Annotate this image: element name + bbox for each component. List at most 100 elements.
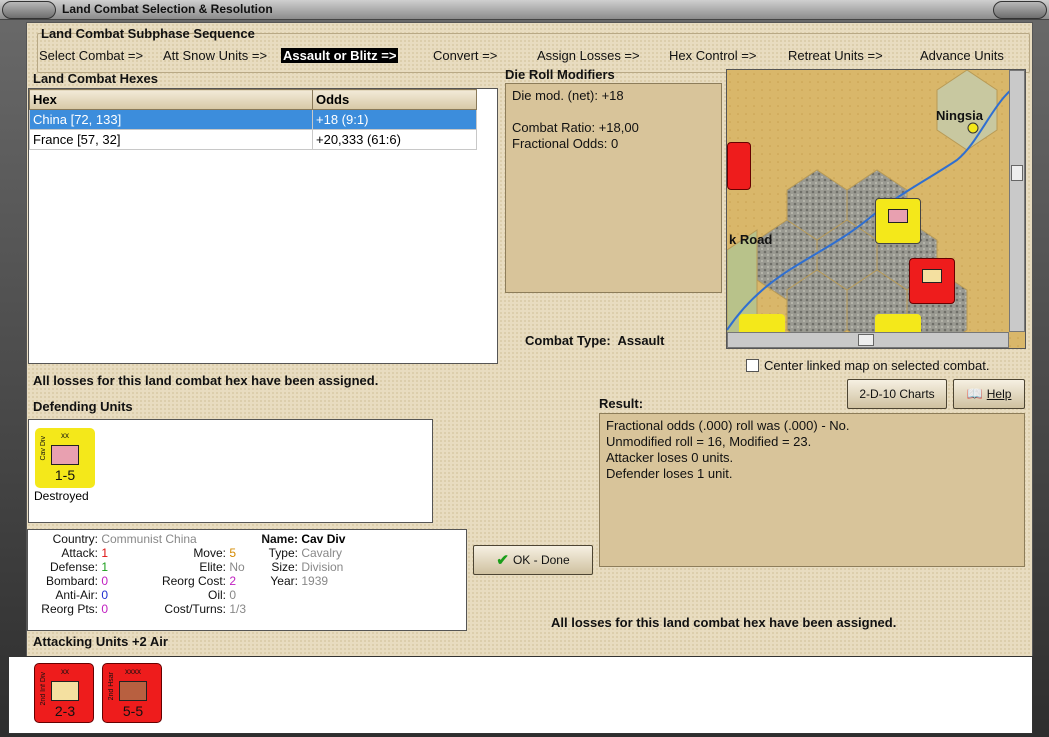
- step-assault-or-blitz: Assault or Blitz =>: [281, 48, 399, 63]
- bombard-value: 0: [101, 574, 109, 588]
- reorg-cost-label: Reorg Cost:: [161, 574, 226, 588]
- odds-cell: +20,333 (61:6): [312, 129, 477, 150]
- fractional-odds-text: Fractional Odds: 0: [512, 136, 619, 151]
- window-title: Land Combat Selection & Resolution: [62, 2, 273, 16]
- bombard-label: Bombard:: [45, 574, 98, 588]
- center-map-label: Center linked map on selected combat.: [764, 358, 990, 373]
- title-bar[interactable]: Land Combat Selection & Resolution: [0, 0, 1049, 20]
- reorg-pts-label: Reorg Pts:: [41, 602, 98, 616]
- unit-status: Destroyed: [34, 489, 89, 503]
- result-heading: Result:: [599, 396, 644, 411]
- move-label: Move:: [193, 546, 226, 560]
- combat-type-label: Combat Type:: [525, 333, 611, 348]
- map-vscroll[interactable]: [1009, 70, 1025, 332]
- center-map-checkbox[interactable]: [746, 359, 759, 372]
- modifiers-panel: Die mod. (net): +18 Combat Ratio: +18,00…: [505, 83, 722, 293]
- cavalry-icon: [51, 445, 79, 465]
- step-select-combat: Select Combat =>: [39, 48, 144, 63]
- infantry-icon: [51, 681, 79, 701]
- help-button[interactable]: 📖 Help: [953, 379, 1025, 409]
- hex-cell: China [72, 133]: [29, 109, 313, 130]
- armor-icon: [119, 681, 147, 701]
- unit-side-label: Cav Div: [40, 436, 47, 461]
- defense-value: 1: [101, 560, 109, 574]
- unit-strength: 2-3: [54, 703, 76, 719]
- result-panel: Fractional odds (.000) roll was (.000) -…: [599, 413, 1025, 567]
- elite-value: No: [229, 560, 245, 574]
- cost-turns-value: 1/3: [229, 602, 247, 616]
- step-convert: Convert =>: [433, 48, 498, 63]
- country-value: Communist China: [101, 532, 197, 546]
- antiair-value: 0: [101, 588, 109, 602]
- unit-strength: 1-5: [54, 467, 76, 483]
- map-counter-attacker[interactable]: [909, 258, 955, 304]
- charts-label: 2-D-10 Charts: [859, 387, 935, 401]
- size-label: Size:: [271, 560, 298, 574]
- result-line: Defender loses 1 unit.: [606, 466, 733, 481]
- unit-details-panel: Country: Communist China Attack: 1 Defen…: [27, 529, 467, 631]
- help-book-icon: 📖: [966, 386, 983, 401]
- year-value: 1939: [301, 574, 329, 588]
- window-menu-button[interactable]: [2, 1, 56, 19]
- type-label: Type:: [268, 546, 298, 560]
- reorg-cost-value: 2: [229, 574, 237, 588]
- attack-label: Attack:: [61, 546, 98, 560]
- cost-turns-label: Cost/Turns:: [164, 602, 226, 616]
- step-hex-control: Hex Control =>: [669, 48, 757, 63]
- odds-cell: +18 (9:1): [312, 109, 477, 130]
- name-value: Cav Div: [301, 532, 346, 546]
- oil-label: Oil:: [208, 588, 226, 602]
- size-value: Division: [301, 560, 344, 574]
- window-close-button[interactable]: [993, 1, 1047, 19]
- help-label: Help: [986, 387, 1012, 401]
- year-label: Year:: [270, 574, 298, 588]
- oil-value: 0: [229, 588, 237, 602]
- col-hex[interactable]: Hex: [29, 89, 313, 110]
- losses-note-bottom: All losses for this land combat hex have…: [551, 615, 897, 630]
- hex-cell: France [57, 32]: [29, 129, 313, 150]
- hexes-list[interactable]: Hex Odds China [72, 133] +18 (9:1) Franc…: [28, 88, 498, 364]
- combat-dialog: Land Combat Subphase Sequence Select Com…: [26, 22, 1033, 734]
- map-counter-defender[interactable]: [875, 198, 921, 244]
- map-counter-left[interactable]: [727, 142, 751, 190]
- defending-units-panel: xx Cav Div 1-5 Destroyed: [28, 419, 433, 523]
- country-label: Country:: [52, 532, 98, 546]
- combat-ratio-text: Combat Ratio: +18,00: [512, 120, 639, 135]
- modifiers-heading: Die Roll Modifiers: [505, 67, 615, 82]
- map-hscroll[interactable]: [727, 332, 1009, 348]
- die-mod-text: Die mod. (net): +18: [512, 88, 624, 103]
- road-label: k Road: [729, 232, 773, 247]
- defending-unit-counter[interactable]: xx Cav Div 1-5: [35, 428, 95, 488]
- combat-type: Combat Type: Assault: [525, 333, 664, 348]
- combat-type-value: Assault: [617, 333, 665, 348]
- result-line: Unmodified roll = 16, Modified = 23.: [606, 434, 812, 449]
- attacking-heading: Attacking Units +2 Air: [33, 634, 168, 649]
- step-retreat-units: Retreat Units =>: [788, 48, 883, 63]
- ok-done-button[interactable]: ✔ OK - Done: [473, 545, 593, 575]
- unit-side-label: 2nd Inf Div: [40, 672, 47, 706]
- result-line: Attacker loses 0 units.: [606, 450, 734, 465]
- sequence-heading: Land Combat Subphase Sequence: [41, 26, 255, 41]
- step-advance-units: Advance Units: [920, 48, 1004, 63]
- type-value: Cavalry: [301, 546, 343, 560]
- col-odds[interactable]: Odds: [312, 89, 477, 110]
- move-value: 5: [229, 546, 237, 560]
- linked-map[interactable]: Ningsia k Road: [726, 69, 1026, 349]
- attacking-units-panel: xx 2nd Inf Div 2-3 xxxx 2nd Hsar 5-5: [8, 656, 1033, 734]
- city-label: Ningsia: [936, 108, 983, 123]
- charts-button[interactable]: 2-D-10 Charts: [847, 379, 947, 409]
- hexes-heading: Land Combat Hexes: [33, 71, 158, 86]
- table-row[interactable]: France [57, 32] +20,333 (61:6): [29, 129, 477, 150]
- table-row[interactable]: China [72, 133] +18 (9:1): [29, 109, 477, 130]
- defending-heading: Defending Units: [33, 399, 133, 414]
- result-line: Fractional odds (.000) roll was (.000) -…: [606, 418, 850, 433]
- unit-strength: 5-5: [122, 703, 144, 719]
- step-att-snow-units: Att Snow Units =>: [163, 48, 268, 63]
- step-assign-losses: Assign Losses =>: [537, 48, 640, 63]
- defense-label: Defense:: [49, 560, 98, 574]
- checkmark-icon: ✔: [496, 552, 509, 569]
- reorg-pts-value: 0: [101, 602, 109, 616]
- attacking-unit-counter-1[interactable]: xx 2nd Inf Div 2-3: [34, 663, 94, 723]
- attacking-unit-counter-2[interactable]: xxxx 2nd Hsar 5-5: [102, 663, 162, 723]
- ok-done-label: OK - Done: [512, 553, 570, 567]
